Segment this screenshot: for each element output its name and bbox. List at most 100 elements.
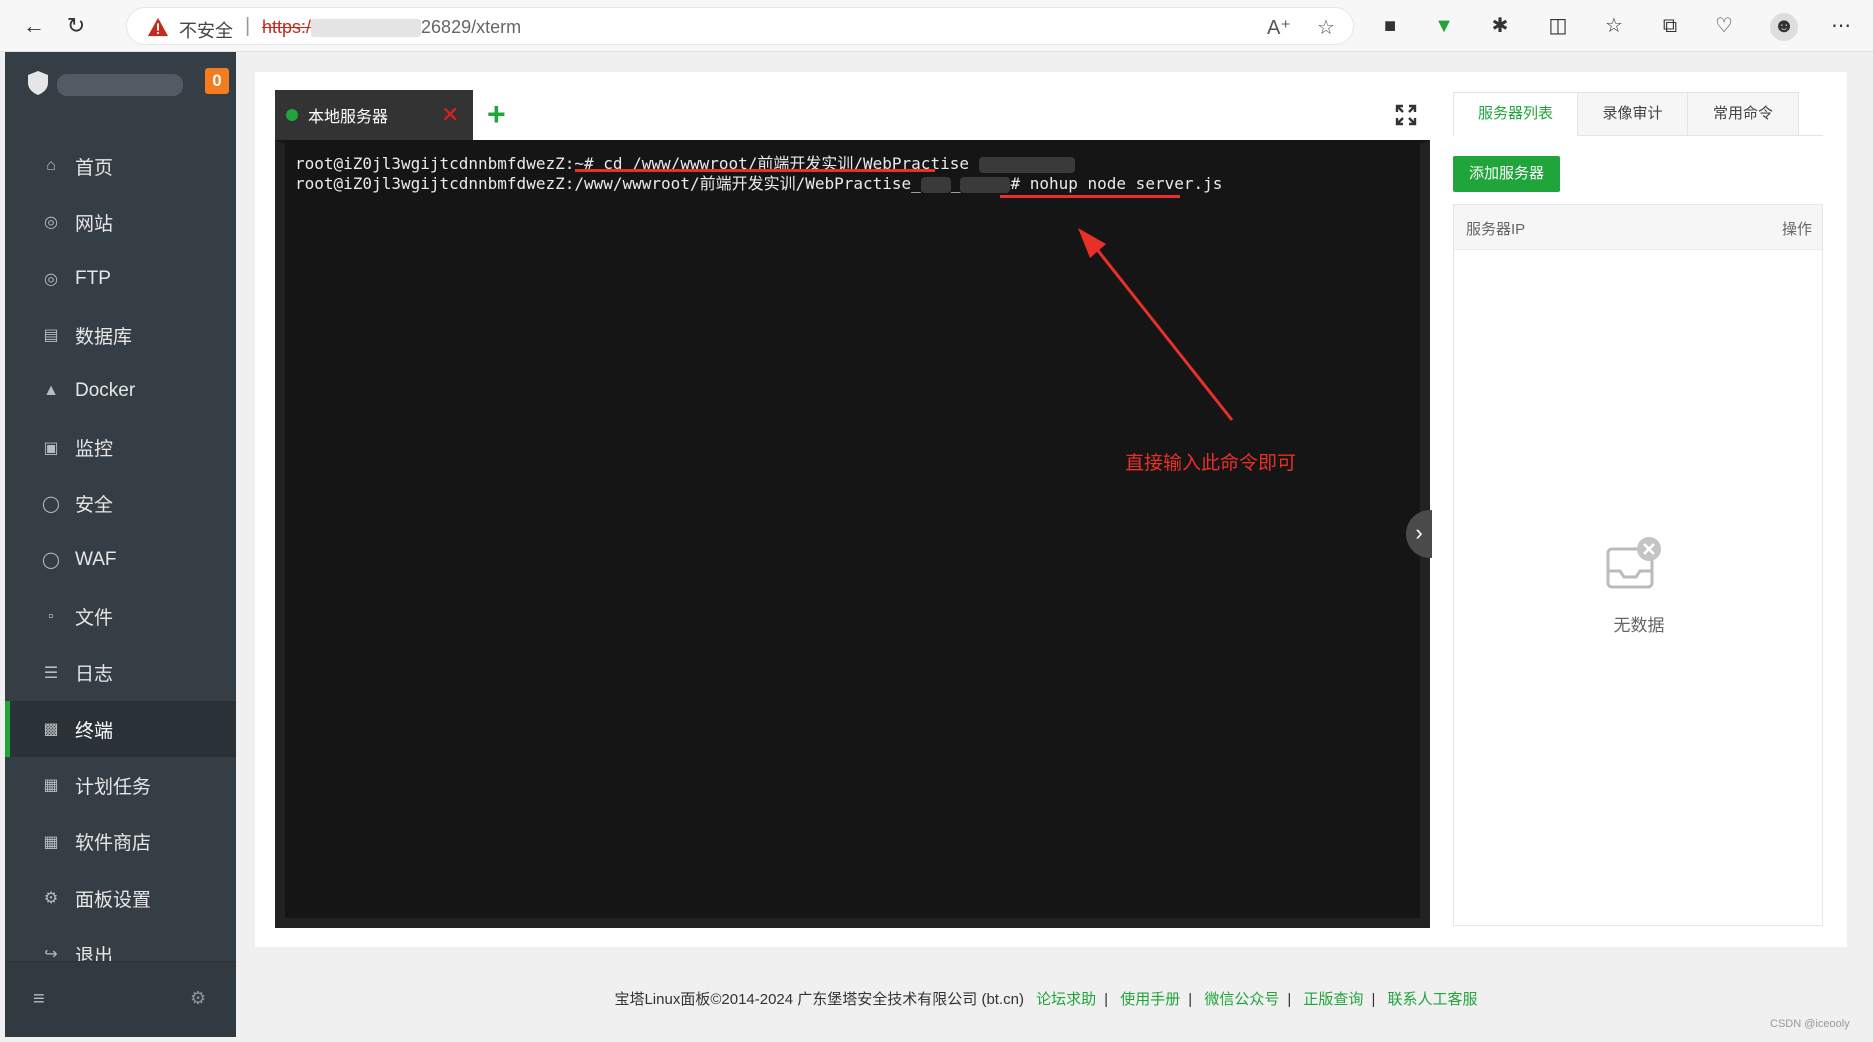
add-server-button[interactable]: 添加服务器 <box>1453 156 1560 192</box>
sidebar-item-9[interactable]: ☰ 日志 <box>5 645 236 701</box>
table-header: 服务器IP 操作 <box>1454 205 1822 250</box>
collapse-menu-icon[interactable]: ≡ <box>33 988 45 1011</box>
calendar-icon: ▦ <box>43 777 59 795</box>
address-bar[interactable]: 不安全 | https:/26829/xterm A⁺ ☆ <box>126 7 1354 45</box>
sidebar-item-7[interactable]: ◯ WAF <box>5 532 236 588</box>
health-icon[interactable]: ♡ <box>1711 13 1737 39</box>
log-icon: ☰ <box>43 664 59 682</box>
puzzle-icon[interactable]: ✱ <box>1487 13 1513 39</box>
avatar[interactable]: ☻ <box>1770 13 1798 41</box>
globe-icon: ◎ <box>44 214 58 232</box>
sidebar-menu: ⌂ 首页 ◎ 网站 ◎ FTP ▤ 数据库 ▲ Docker ▣ 监控 ◯ 安全 ◯ WAF ▫ 文件 ☰ 日志 ▩ 终端… <box>5 138 236 982</box>
split-screen-icon[interactable]: ◫ <box>1545 13 1571 39</box>
docker-icon: ▲ <box>43 382 59 400</box>
empty-box-icon <box>1606 537 1661 589</box>
sidebar-footer: ≡ ⚙ <box>5 961 236 1037</box>
shield-icon: ◯ <box>42 495 60 513</box>
sidebar-item-13[interactable]: ⚙ 面板设置 <box>5 870 236 926</box>
bt-logo-icon <box>28 71 48 95</box>
tab-local-server[interactable]: 本地服务器 ✕ <box>275 90 473 140</box>
empty-text: 无数据 <box>1613 616 1665 635</box>
annotation-underline-nohup <box>1000 195 1180 198</box>
tab-label: 本地服务器 <box>308 109 389 126</box>
sidebar-item-label: 文件 <box>75 608 114 630</box>
url-text: https:/26829/xterm <box>262 17 522 38</box>
close-tab-icon[interactable]: ✕ <box>441 102 459 128</box>
server-table: 服务器IP 操作 无数据 <box>1453 204 1823 926</box>
footer-link-wechat[interactable]: 微信公众号 <box>1204 991 1279 1008</box>
annotation-text: 直接输入此命令即可 <box>1125 453 1297 474</box>
annotation-underline-cd <box>575 169 935 172</box>
sidebar-item-label: 面板设置 <box>75 889 152 911</box>
grid-icon: ▦ <box>43 833 59 851</box>
logo: 0 <box>5 52 236 112</box>
sidebar-item-label: 软件商店 <box>75 833 152 855</box>
sidebar-item-label: Docker <box>75 380 136 402</box>
footer: 宝塔Linux面板©2014-2024 广东堡塔安全技术有限公司 (bt.cn)… <box>614 991 1478 1008</box>
fullscreen-icon[interactable] <box>1395 104 1417 126</box>
more-menu-icon[interactable]: ⋯ <box>1828 13 1854 39</box>
favorite-star-icon[interactable]: ☆ <box>1315 17 1337 39</box>
tab-common-commands[interactable]: 常用命令 <box>1687 92 1799 136</box>
status-dot <box>286 109 298 121</box>
back-arrow-icon[interactable]: ← <box>18 10 50 42</box>
col-action: 操作 <box>1781 221 1812 238</box>
sidebar-item-label: 网站 <box>75 213 114 235</box>
sidebar-item-0[interactable]: ⌂ 首页 <box>5 138 236 194</box>
copyright-text: 宝塔Linux面板©2014-2024 广东堡塔安全技术有限公司 (bt.cn) <box>614 991 1024 1008</box>
database-icon: ▤ <box>43 327 59 345</box>
terminal-line-2: root@iZ0jl3wgijtcdnnbmfdwezZ:/www/wwwroo… <box>295 174 1223 193</box>
sidebar-item-8[interactable]: ▫ 文件 <box>5 588 236 644</box>
home-icon: ⌂ <box>46 157 56 175</box>
annotation-arrow <box>1078 228 1234 421</box>
footer-link-support[interactable]: 联系人工客服 <box>1388 991 1478 1008</box>
favorites-icon[interactable]: ☆ <box>1601 13 1627 39</box>
insecure-label: 不安全 <box>179 21 233 41</box>
sidebar-item-5[interactable]: ▣ 监控 <box>5 419 236 475</box>
sidebar-item-6[interactable]: ◯ 安全 <box>5 476 236 532</box>
sidebar-item-label: 监控 <box>75 439 114 461</box>
shield-icon: ◯ <box>42 552 60 570</box>
read-aloud-icon[interactable]: A⁺ <box>1267 17 1291 39</box>
sidebar-item-label: 计划任务 <box>75 776 152 798</box>
tab-server-list[interactable]: 服务器列表 <box>1453 92 1578 136</box>
folder-icon: ▫ <box>48 607 54 625</box>
sidebar-item-label: 首页 <box>75 157 114 179</box>
sidebar-item-3[interactable]: ▤ 数据库 <box>5 307 236 363</box>
add-tab-icon[interactable]: + <box>487 96 506 133</box>
right-panel-tabs: 服务器列表 录像审计 常用命令 <box>1453 92 1823 136</box>
monitor-icon: ▣ <box>43 439 59 457</box>
sidebar-item-1[interactable]: ◎ 网站 <box>5 194 236 250</box>
sidebar-item-2[interactable]: ◎ FTP <box>5 251 236 307</box>
sidebar-item-4[interactable]: ▲ Docker <box>5 363 236 419</box>
terminal-tab-bar: 本地服务器 ✕ + <box>275 90 1430 140</box>
sidebar-item-label: FTP <box>75 267 111 289</box>
server-name-blurred <box>57 74 183 96</box>
notification-badge[interactable]: 0 <box>205 68 229 94</box>
sidebar: 0 ⌂ 首页 ◎ 网站 ◎ FTP ▤ 数据库 ▲ Docker ▣ 监控 ◯ 安全 ◯ WAF ▫ 文件 ☰ 日志 ▩… <box>5 52 236 1037</box>
extension-icon[interactable]: ■ <box>1377 13 1403 39</box>
gear-icon: ⚙ <box>43 890 59 907</box>
sidebar-item-12[interactable]: ▦ 软件商店 <box>5 814 236 870</box>
vue-extension-icon[interactable]: ▼ <box>1431 13 1457 39</box>
reload-icon[interactable]: ↻ <box>60 10 92 42</box>
col-server-ip: 服务器IP <box>1466 221 1526 238</box>
sidebar-item-label: 终端 <box>75 720 114 742</box>
warning-icon <box>147 17 169 37</box>
settings-gear-icon[interactable]: ⚙ <box>190 988 206 1009</box>
sidebar-item-label: 数据库 <box>75 326 133 348</box>
footer-link-license[interactable]: 正版查询 <box>1303 991 1363 1008</box>
footer-link-forum[interactable]: 论坛求助 <box>1036 991 1096 1008</box>
collections-icon[interactable]: ⧉ <box>1657 13 1683 39</box>
sidebar-item-11[interactable]: ▦ 计划任务 <box>5 757 236 813</box>
globe-icon: ◎ <box>44 270 58 288</box>
tab-recording-audit[interactable]: 录像审计 <box>1577 92 1688 136</box>
sidebar-item-label: 安全 <box>75 495 114 517</box>
sidebar-item-label: 日志 <box>75 664 114 686</box>
browser-toolbar: ← ↻ 不安全 | https:/26829/xterm A⁺ ☆ ■ ▼ ✱ … <box>0 0 1873 52</box>
terminal-icon: ▩ <box>43 721 59 739</box>
footer-link-manual[interactable]: 使用手册 <box>1120 991 1180 1008</box>
terminal-screen[interactable]: root@iZ0jl3wgijtcdnnbmfdwezZ:~# cd /www/… <box>275 140 1430 928</box>
sidebar-item-10[interactable]: ▩ 终端 <box>5 700 236 758</box>
watermark: CSDN @iceooly <box>1770 1018 1850 1030</box>
